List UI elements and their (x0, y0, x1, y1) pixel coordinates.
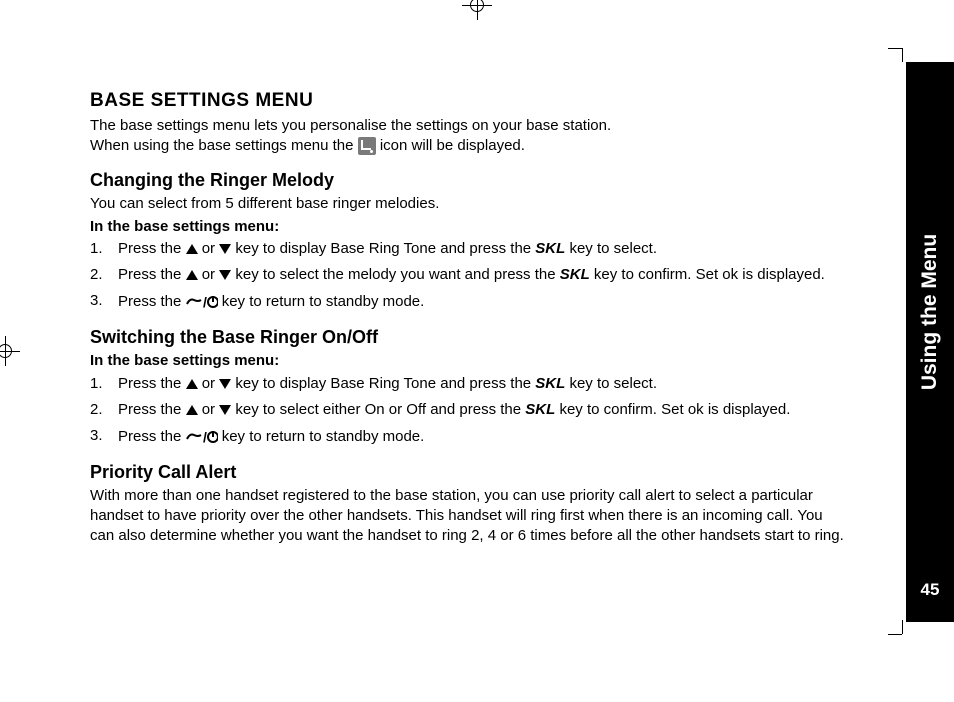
list-item: Press the / key to return to standby mod… (90, 291, 844, 313)
list-item: Press the or key to display Base Ring To… (90, 374, 844, 394)
base-icon (358, 137, 376, 155)
text-fragment: or (202, 240, 220, 257)
skl-key: SKL (535, 375, 565, 392)
end-power-icon: / (186, 291, 218, 313)
melody-intro: You can select from 5 different base rin… (90, 194, 844, 214)
text-fragment: or (202, 266, 220, 283)
melody-sublabel: In the base settings menu: (90, 217, 844, 237)
heading-priority-call: Priority Call Alert (90, 460, 844, 484)
melody-steps: Press the or key to display Base Ring To… (90, 239, 844, 313)
intro-line2b: icon will be displayed. (380, 137, 525, 154)
down-arrow-icon (219, 405, 231, 415)
intro-line2a: When using the base settings menu the (90, 137, 358, 154)
onoff-steps: Press the or key to display Base Ring To… (90, 374, 844, 448)
up-arrow-icon (186, 270, 198, 280)
intro-text: The base settings menu lets you personal… (90, 116, 844, 157)
text-fragment: key to select either On or Off and press… (235, 401, 525, 418)
text-fragment: key to return to standby mode. (222, 293, 425, 310)
text-fragment: Press the (118, 428, 186, 445)
skl-key: SKL (535, 240, 565, 257)
heading-ringer-melody: Changing the Ringer Melody (90, 168, 844, 192)
down-arrow-icon (219, 270, 231, 280)
skl-key: SKL (560, 266, 590, 283)
svg-text:/: / (203, 295, 207, 309)
skl-key: SKL (525, 401, 555, 418)
list-item: Press the or key to select the melody yo… (90, 265, 844, 285)
text-fragment: key to display Base Ring Tone and press … (235, 240, 535, 257)
text-fragment: key to confirm. Set ok is displayed. (559, 401, 790, 418)
text-fragment: key to select. (569, 240, 657, 257)
text-fragment: key to return to standby mode. (222, 428, 425, 445)
page-content: BASE SETTINGS MENU The base settings men… (0, 0, 954, 587)
up-arrow-icon (186, 405, 198, 415)
text-fragment: key to select. (569, 375, 657, 392)
crop-corner-bottom-right (888, 620, 902, 634)
text-fragment: key to select the melody you want and pr… (235, 266, 559, 283)
up-arrow-icon (186, 244, 198, 254)
list-item: Press the or key to select either On or … (90, 400, 844, 420)
up-arrow-icon (186, 379, 198, 389)
list-item: Press the or key to display Base Ring To… (90, 239, 844, 259)
intro-line1: The base settings menu lets you personal… (90, 117, 611, 134)
text-fragment: Press the (118, 266, 186, 283)
down-arrow-icon (219, 379, 231, 389)
heading-base-settings: BASE SETTINGS MENU (90, 88, 844, 114)
onoff-sublabel: In the base settings menu: (90, 351, 844, 371)
text-fragment: or (202, 375, 220, 392)
priority-body: With more than one handset registered to… (90, 486, 844, 547)
text-fragment: Press the (118, 375, 186, 392)
end-power-icon: / (186, 426, 218, 448)
list-item: Press the / key to return to standby mod… (90, 426, 844, 448)
heading-ringer-onoff: Switching the Base Ringer On/Off (90, 325, 844, 349)
text-fragment: Press the (118, 240, 186, 257)
text-fragment: Press the (118, 293, 186, 310)
text-fragment: Press the (118, 401, 186, 418)
text-fragment: or (202, 401, 220, 418)
text-fragment: key to display Base Ring Tone and press … (235, 375, 535, 392)
svg-text:/: / (203, 430, 207, 444)
text-fragment: key to confirm. Set ok is displayed. (594, 266, 825, 283)
down-arrow-icon (219, 244, 231, 254)
